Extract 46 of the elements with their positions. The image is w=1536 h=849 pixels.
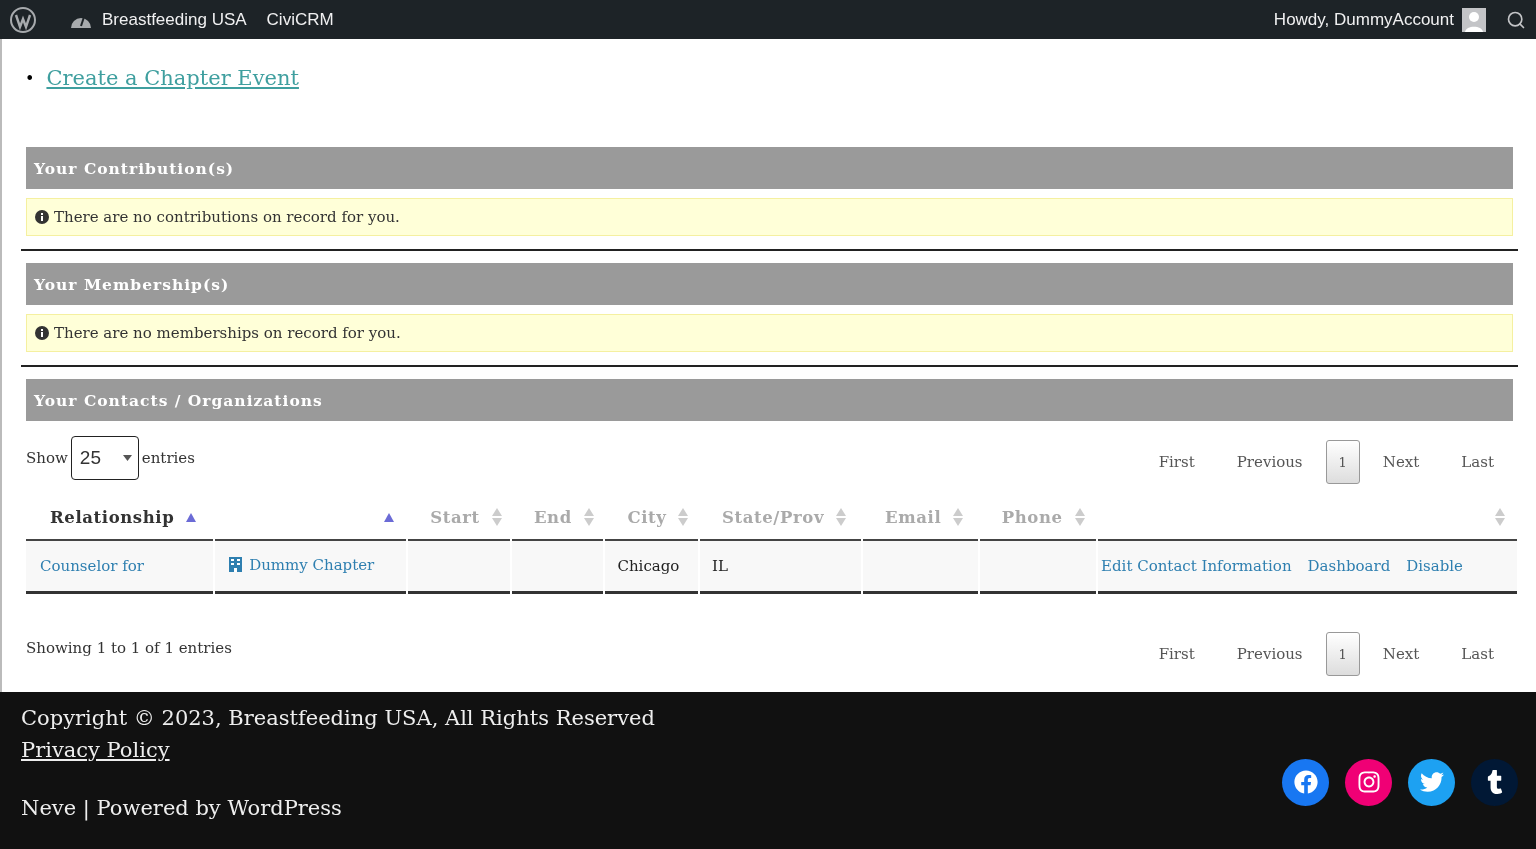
pagination-button[interactable]: Last	[1442, 632, 1513, 676]
section-header: Your Contribution(s)	[26, 147, 1513, 189]
section-header: Your Contacts / Organizations	[26, 379, 1513, 421]
notice-text: There are no contributions on record for you.	[54, 208, 400, 226]
entries-label: entries	[141, 449, 195, 467]
pagination-button[interactable]: Next	[1363, 632, 1439, 676]
copyright-text: Copyright © 2023, Breastfeeding USA, All Rights Reserved	[21, 706, 655, 730]
entries-select[interactable]: 25	[70, 436, 139, 480]
pagination-button[interactable]: 1	[1325, 632, 1360, 676]
pagination-button[interactable]: First	[1139, 632, 1214, 676]
entries-info: Showing 1 to 1 of 1 entries	[26, 639, 232, 659]
site-name-link[interactable]: Breastfeeding USA	[102, 9, 247, 30]
bullet: •	[25, 68, 35, 88]
bird-icon	[1419, 770, 1444, 794]
facebook-icon	[1293, 770, 1318, 794]
search-icon[interactable]	[1506, 9, 1526, 30]
instagram-icon	[1356, 770, 1381, 794]
social-button[interactable]	[1408, 758, 1455, 806]
notice-text: There are no memberships on record for you.	[54, 324, 401, 342]
action-link[interactable]: Dashboard	[1307, 557, 1391, 575]
credit-text: Neve | Powered by WordPress	[21, 796, 343, 820]
pagination-button[interactable]: Last	[1442, 440, 1513, 484]
greeting-link[interactable]: Howdy, DummyAccount	[1273, 9, 1454, 30]
building-icon	[229, 557, 243, 573]
table-cell: IL	[712, 557, 728, 575]
dropdown-caret-icon	[122, 455, 132, 461]
action-link[interactable]: Edit Contact Information	[1101, 557, 1292, 575]
wordpress-logo-icon[interactable]	[10, 6, 36, 33]
relationship-link[interactable]: Counselor for	[40, 557, 144, 575]
admin-menu-link[interactable]: CiviCRM	[266, 9, 334, 30]
section-header: Your Membership(s)	[26, 263, 1513, 305]
info-icon	[35, 326, 49, 340]
privacy-policy-link[interactable]: Privacy Policy	[21, 738, 170, 762]
pagination-button[interactable]: 1	[1325, 440, 1360, 484]
social-button[interactable]	[1345, 758, 1392, 806]
pagination-button[interactable]: Previous	[1217, 632, 1322, 676]
pagination-button[interactable]: First	[1139, 440, 1214, 484]
table-cell: Chicago	[617, 557, 680, 575]
info-icon	[35, 210, 49, 224]
action-link[interactable]: Disable	[1406, 557, 1463, 575]
pagination-button[interactable]: Next	[1363, 440, 1439, 484]
pagination-button[interactable]: Previous	[1217, 440, 1322, 484]
social-button[interactable]	[1471, 758, 1518, 806]
show-label: Show	[26, 449, 68, 467]
avatar-icon[interactable]	[1462, 7, 1486, 32]
social-button[interactable]	[1282, 758, 1329, 806]
